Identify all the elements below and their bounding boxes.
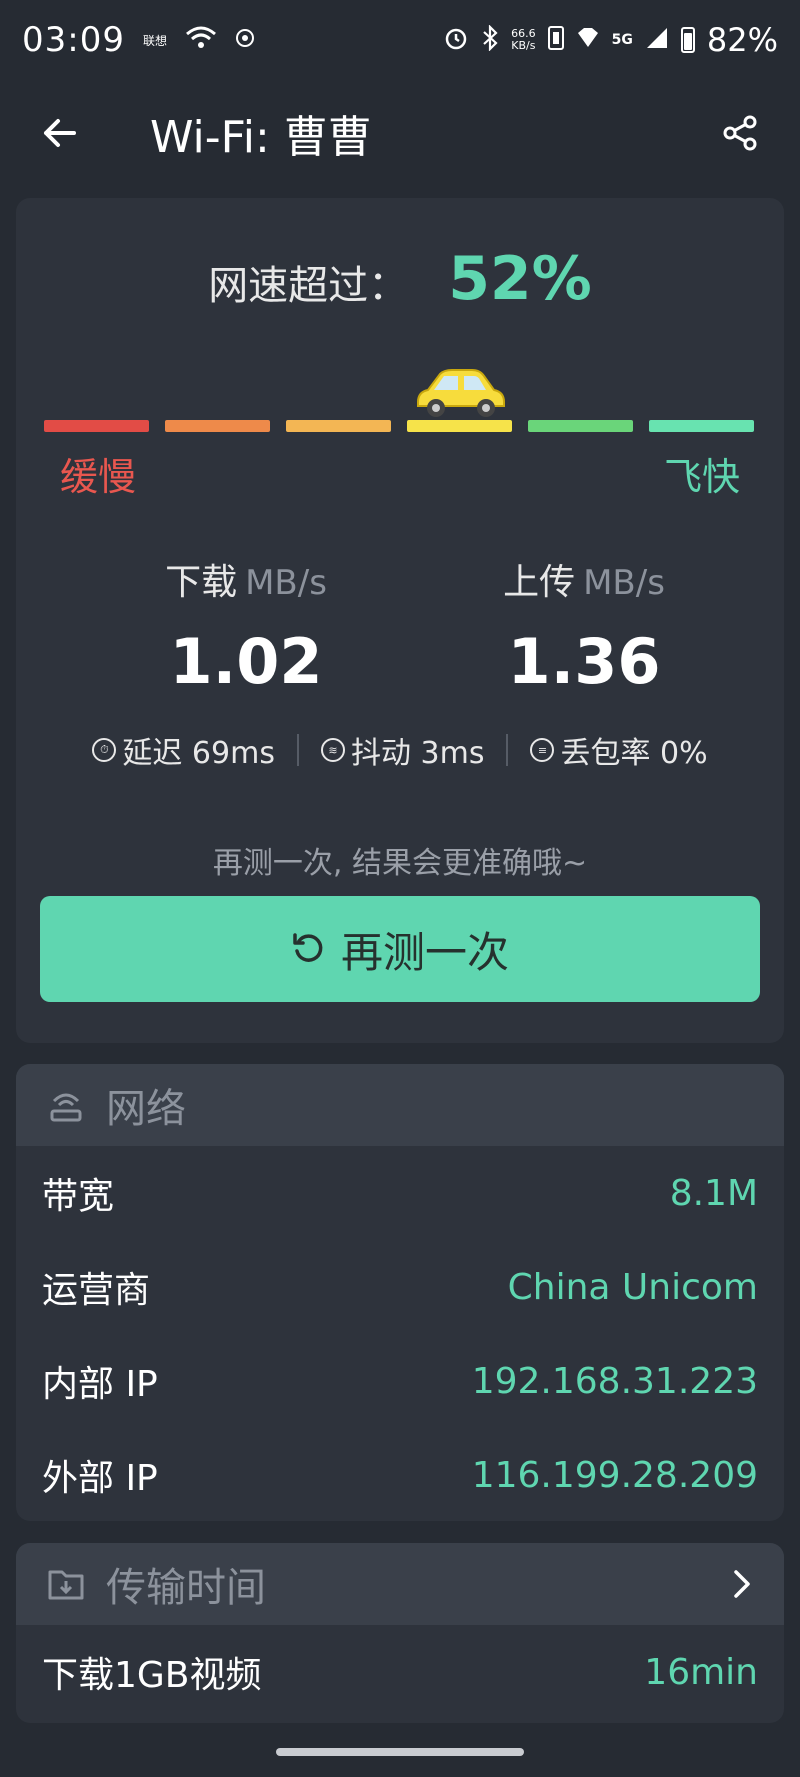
sim-icon [547, 26, 564, 54]
download-label: 下载 [165, 562, 238, 603]
gauge-segment-4 [407, 420, 512, 432]
gauge-fast-label: 飞快 [663, 455, 740, 499]
download-speed: 下载 MB/s 1.02 [86, 553, 406, 698]
app-bar: Wi-Fi: 曹曹 [0, 80, 800, 185]
row-value: 116.199.28.209 [471, 1454, 758, 1496]
gauge-segment-5 [528, 420, 633, 432]
page-title: Wi-Fi: 曹曹 [150, 111, 372, 163]
arrow-left-icon [44, 118, 76, 147]
upload-value: 1.36 [507, 625, 661, 698]
network-row-external-ip: 外部 IP 116.199.28.209 [16, 1428, 784, 1521]
row-value: China Unicom [507, 1266, 758, 1308]
home-indicator[interactable] [276, 1748, 524, 1756]
row-key: 带宽 [42, 1176, 115, 1217]
battery-icon [680, 27, 695, 53]
upload-speed: 上传 MB/s 1.36 [424, 553, 744, 698]
jitter-metric: ≋ 抖动 3ms [299, 728, 506, 772]
transfer-time-card: 传输时间 下载1GB视频 16min [16, 1543, 784, 1723]
car-icon [410, 366, 510, 420]
network-row-internal-ip: 内部 IP 192.168.31.223 [16, 1334, 784, 1428]
network-section-header: 网络 [16, 1064, 784, 1146]
folder-download-icon [48, 1570, 84, 1600]
packet-loss-text: 丢包率 0% [560, 736, 708, 771]
signal-diamond-icon [576, 27, 600, 53]
status-bar: 03:09 联想 66.6 KB/s 5G 82% [0, 0, 800, 80]
network-section-title: 网络 [106, 1086, 186, 1132]
row-key: 外部 IP [42, 1458, 158, 1499]
latency-text: 延迟 69ms [122, 736, 275, 771]
download-value: 1.02 [169, 625, 323, 698]
back-button[interactable] [30, 103, 90, 163]
retest-button[interactable]: 再测一次 [40, 896, 760, 1002]
upload-unit: MB/s [583, 563, 665, 603]
network-type: 5G [611, 32, 633, 48]
packet-loss-metric: ≡ 丢包率 0% [508, 728, 729, 772]
refresh-icon [293, 933, 323, 962]
battery-level: 82% [706, 21, 778, 59]
cell-signal-icon [645, 26, 669, 54]
latency-metric: ⏱ 延迟 69ms [70, 728, 297, 772]
wifi-icon [185, 26, 217, 54]
network-row-carrier: 运营商 China Unicom [16, 1240, 784, 1334]
transfer-row-1gb-video: 下载1GB视频 16min [16, 1625, 784, 1719]
alarm-icon [443, 25, 469, 55]
percentile-label: 网速超过： [208, 263, 409, 309]
packet-loss-icon: ≡ [530, 738, 555, 762]
speed-percentile: 网速超过： 52% [16, 244, 784, 314]
row-value: 192.168.31.223 [471, 1360, 758, 1402]
latency-icon: ⏱ [92, 738, 117, 762]
row-key: 下载1GB视频 [42, 1655, 262, 1696]
retest-label: 再测一次 [340, 927, 509, 977]
gauge-segment-3 [286, 420, 391, 432]
speed-gauge [44, 420, 756, 434]
app-notification-icon [235, 28, 255, 52]
gauge-segment-2 [165, 420, 270, 432]
network-info-card: 网络 带宽 8.1M 运营商 China Unicom 内部 IP 192.16… [16, 1064, 784, 1521]
net-speed-unit: KB/s [511, 39, 536, 52]
share-button[interactable] [710, 103, 770, 163]
share-icon [723, 115, 757, 150]
download-unit: MB/s [245, 563, 327, 603]
transfer-section-title: 传输时间 [106, 1565, 266, 1611]
row-value: 16min [644, 1651, 758, 1693]
speed-result-card: 网速超过： 52% 缓慢 飞快 下载 MB/s 1.02 上传 MB/s 1.36 [16, 198, 784, 1043]
percentile-value: 52% [448, 244, 592, 314]
gauge-segment-6 [649, 420, 754, 432]
network-row-bandwidth: 带宽 8.1M [16, 1146, 784, 1240]
row-value: 8.1M [669, 1172, 758, 1214]
connection-metrics: ⏱ 延迟 69ms ≋ 抖动 3ms ≡ 丢包率 0% [16, 728, 784, 772]
network-speed: 66.6 KB/s [511, 28, 536, 52]
bluetooth-icon [481, 24, 499, 55]
jitter-text: 抖动 3ms [350, 736, 485, 771]
router-icon [50, 1093, 82, 1122]
carrier-badge: 联想 [142, 33, 167, 48]
retest-hint: 再测一次, 结果会更准确哦~ [212, 846, 588, 881]
upload-label: 上传 [503, 562, 576, 603]
row-key: 内部 IP [42, 1364, 158, 1405]
row-key: 运营商 [42, 1270, 151, 1311]
chevron-right-icon [734, 1570, 750, 1598]
transfer-section-header[interactable]: 传输时间 [16, 1543, 784, 1625]
jitter-icon: ≋ [320, 738, 345, 762]
status-time: 03:09 [22, 20, 125, 60]
gauge-slow-label: 缓慢 [60, 455, 137, 499]
gauge-segment-1 [44, 420, 149, 432]
